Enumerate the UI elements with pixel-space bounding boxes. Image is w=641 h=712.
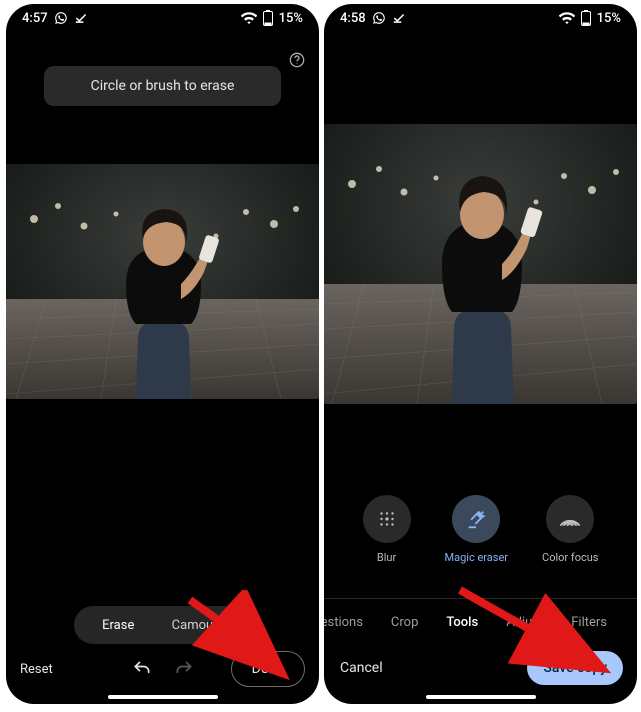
tool-color-focus[interactable]: Color focus (542, 495, 598, 564)
status-time: 4:57 (22, 11, 48, 26)
done-button[interactable]: Done (231, 651, 305, 687)
reset-button[interactable]: Reset (20, 662, 53, 677)
mode-camouflage[interactable]: Camouflage (163, 618, 252, 633)
cancel-button[interactable]: Cancel (340, 660, 383, 676)
tool-label: Color focus (542, 551, 598, 564)
checkmark-icon (392, 11, 406, 25)
mode-erase[interactable]: Erase (74, 618, 163, 633)
magic-eraser-icon (465, 508, 487, 530)
tool-row: Blur Magic eraser Color focus (324, 495, 637, 564)
status-battery: 15% (597, 11, 621, 26)
color-focus-icon (558, 510, 582, 528)
status-time: 4:58 (340, 11, 366, 26)
wifi-icon (559, 12, 575, 24)
checkmark-icon (74, 11, 88, 25)
edit-tabs: ggestions Crop Tools Adjust Filters (324, 598, 637, 630)
tab-crop[interactable]: Crop (391, 615, 418, 630)
redo-icon[interactable] (174, 659, 194, 679)
help-icon[interactable] (289, 52, 305, 68)
whatsapp-icon (372, 11, 386, 25)
instruction-pill: Circle or brush to erase (44, 66, 281, 106)
tab-adjust[interactable]: Adjust (506, 615, 543, 630)
status-battery: 15% (279, 11, 303, 26)
photo-preview[interactable] (6, 164, 319, 399)
gesture-bar[interactable] (426, 695, 536, 699)
status-bar: 4:57 15% (6, 4, 319, 32)
status-bar: 4:58 15% (324, 4, 637, 32)
tab-tools[interactable]: Tools (446, 615, 478, 630)
whatsapp-icon (54, 11, 68, 25)
tool-label: Blur (377, 551, 396, 564)
tool-magic-eraser[interactable]: Magic eraser (445, 495, 509, 564)
save-copy-button[interactable]: Save copy (527, 651, 623, 685)
photo-preview[interactable] (324, 124, 637, 404)
undo-icon[interactable] (132, 659, 152, 679)
tool-label: Magic eraser (445, 551, 509, 564)
instruction-text: Circle or brush to erase (91, 78, 235, 94)
gesture-bar[interactable] (108, 695, 218, 699)
tab-suggestions[interactable]: ggestions (324, 615, 363, 630)
tool-blur[interactable]: Blur (363, 495, 411, 564)
tab-filters[interactable]: Filters (571, 615, 607, 630)
battery-icon (263, 10, 273, 26)
mode-selector: Erase Camouflage (74, 606, 251, 644)
battery-icon (581, 10, 591, 26)
blur-icon (376, 508, 398, 530)
wifi-icon (241, 12, 257, 24)
